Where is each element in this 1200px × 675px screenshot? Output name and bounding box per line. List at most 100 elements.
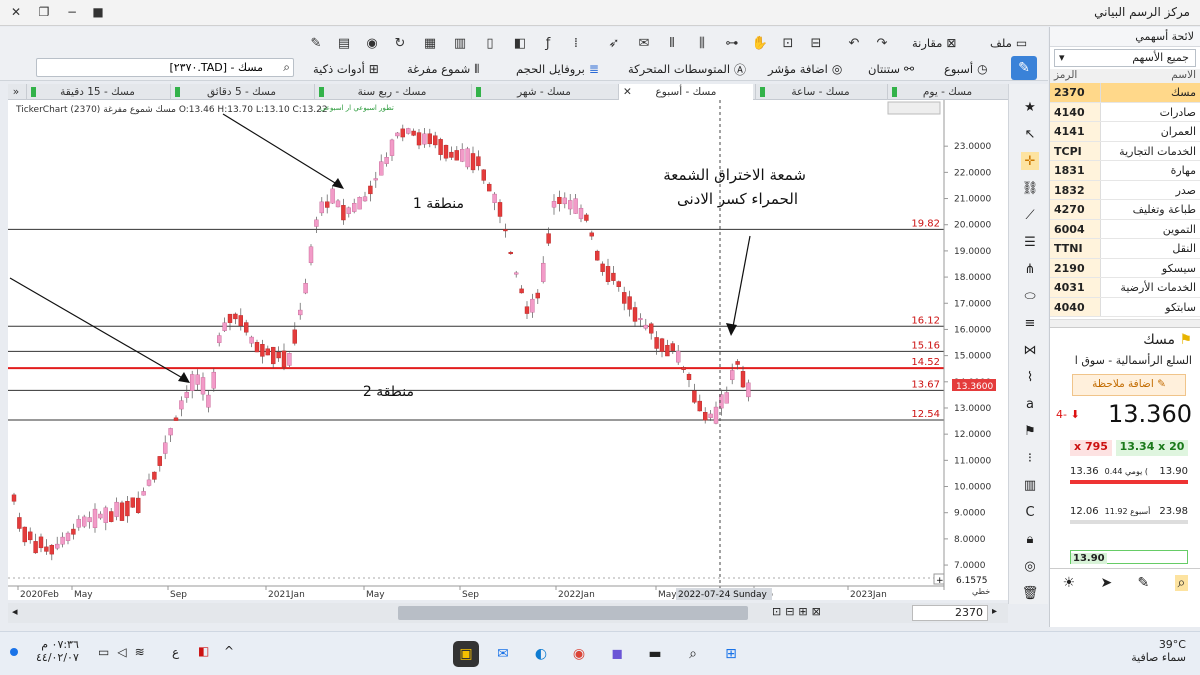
pattern-icon[interactable]: ⋈ bbox=[1021, 341, 1039, 359]
link-icon[interactable]: ⛓ bbox=[1021, 179, 1039, 197]
watchlist-row[interactable]: 1831 مهارة bbox=[1050, 161, 1200, 181]
tab-hour[interactable]: مسك - ساعة bbox=[755, 84, 885, 100]
watchlist-row[interactable]: 2190 سيسكو bbox=[1050, 258, 1200, 278]
watchlist-filter-select[interactable]: جميع الأسهم ▾ bbox=[1054, 49, 1196, 67]
stanton-button[interactable]: ستنتان ⚯ bbox=[868, 59, 914, 79]
indicators-icon[interactable]: ⁝ bbox=[1021, 449, 1039, 467]
trend-line-icon[interactable]: ⟋ bbox=[1021, 206, 1039, 224]
scroll-left-icon[interactable]: ◂ bbox=[12, 605, 32, 621]
smart-tools-button[interactable]: أدوات ذكية ⊞ bbox=[313, 59, 379, 79]
notification-dot[interactable] bbox=[10, 648, 18, 656]
text-icon[interactable]: a bbox=[1021, 395, 1039, 413]
chart-mini-controls[interactable] bbox=[887, 101, 941, 115]
brush-icon[interactable]: ⌇ bbox=[1021, 368, 1039, 386]
watchlist-scrollbar[interactable] bbox=[1050, 319, 1200, 327]
alert-icon[interactable]: ◧ bbox=[198, 644, 209, 658]
price-chart[interactable]: TickerChart (2370) مسك شموع مفرغة O:13.4… bbox=[8, 100, 1008, 600]
edit-icon[interactable]: ✎ bbox=[1138, 575, 1150, 591]
edge-app-icon[interactable]: ◐ bbox=[528, 641, 554, 667]
layers-icon[interactable]: ⁞ bbox=[568, 35, 584, 51]
mail-app-icon[interactable]: ✉ bbox=[490, 641, 516, 667]
star-icon[interactable]: ★ bbox=[1021, 98, 1039, 116]
fib-icon[interactable]: ≡ bbox=[1021, 314, 1039, 332]
tab-15min[interactable]: مسك - 15 دقيقة bbox=[26, 84, 168, 100]
watchlist-row[interactable]: 4140 صادرات bbox=[1050, 102, 1200, 122]
tab-5min[interactable]: مسك - 5 دقائق bbox=[170, 84, 312, 100]
tray-icons[interactable]: ▭◁≋ bbox=[98, 645, 153, 659]
watchlist-row[interactable]: 1832 صدر bbox=[1050, 180, 1200, 200]
draw-icon[interactable]: ➶ bbox=[606, 35, 622, 51]
pen-tool-icon[interactable]: ✎ bbox=[308, 35, 324, 51]
columns-icon[interactable]: ▯ bbox=[482, 35, 498, 51]
compare-button[interactable]: مقارنة ⊠ bbox=[912, 33, 956, 53]
watchlist-row[interactable]: 2370 مسك bbox=[1050, 83, 1200, 103]
scroll-right-icon[interactable]: ▸ bbox=[992, 606, 997, 617]
zoom-out-icon[interactable]: ⊟ bbox=[808, 35, 824, 51]
language-indicator[interactable]: ع bbox=[172, 645, 179, 659]
taskview-icon[interactable]: ▬ bbox=[642, 641, 668, 667]
chart-scroll-bar[interactable]: ◂ ⊡⊟⊞⊠ 2370 ▸ bbox=[8, 603, 1008, 623]
watchlist-row[interactable]: TTNI النقل bbox=[1050, 239, 1200, 259]
drawing-mode-button[interactable]: ✎ bbox=[1011, 56, 1037, 80]
close-window-icon[interactable]: ✕ bbox=[6, 3, 26, 21]
tickerchart-app-icon[interactable]: ▣ bbox=[453, 641, 479, 667]
minimize-window-icon[interactable]: − bbox=[62, 3, 82, 21]
template-icon[interactable]: ▤ bbox=[336, 35, 352, 51]
hline-icon[interactable]: ☰ bbox=[1021, 233, 1039, 251]
file-menu[interactable]: ملف ▭ bbox=[990, 33, 1027, 53]
candles-icon[interactable]: ⫴ bbox=[664, 35, 680, 51]
redo-icon[interactable]: ↷ bbox=[874, 35, 890, 51]
watchlist-row[interactable]: 4141 العمران bbox=[1050, 122, 1200, 142]
start-icon[interactable]: ⊞ bbox=[718, 641, 744, 667]
cursor-icon[interactable]: ↖ bbox=[1021, 125, 1039, 143]
tab-quarter[interactable]: مسك - ربع سنة bbox=[314, 84, 469, 100]
send-icon[interactable]: ➤ bbox=[1100, 575, 1112, 591]
hand-icon[interactable]: ✋ bbox=[752, 35, 768, 51]
camera-icon[interactable]: ◉ bbox=[364, 35, 380, 51]
lock-icon[interactable]: 🔒︎ bbox=[1021, 530, 1039, 548]
eye-icon[interactable]: ◎ bbox=[1021, 557, 1039, 575]
watchlist-row[interactable]: 4031 الخدمات الأرضية bbox=[1050, 278, 1200, 298]
watchlist-row[interactable]: 4270 طباعة وتغليف bbox=[1050, 200, 1200, 220]
clear-icon[interactable]: C bbox=[1021, 503, 1039, 521]
scroll-thumb[interactable] bbox=[398, 606, 748, 620]
zoom-box-icon[interactable]: ⊡ bbox=[780, 35, 796, 51]
refresh-icon[interactable]: ↻ bbox=[392, 35, 408, 51]
chat-app-icon[interactable]: ◼ bbox=[604, 641, 630, 667]
video-icon[interactable]: ■ bbox=[88, 3, 108, 21]
link-chart-icon[interactable]: ⊶ bbox=[724, 35, 740, 51]
watchlist-row[interactable]: 4040 سابتكو bbox=[1050, 297, 1200, 317]
symbol-box[interactable]: 2370 bbox=[912, 605, 988, 621]
add-indicator-button[interactable]: اضافة مؤشر ◎ bbox=[768, 59, 842, 79]
bars-icon[interactable]: ⫼ bbox=[694, 35, 710, 51]
tab-day[interactable]: مسك - يوم bbox=[887, 84, 1007, 100]
clock[interactable]: ٠٧:٣٦ م ٤٤/٠٢/٠٧ bbox=[36, 638, 79, 664]
crosshair-icon[interactable]: ✛ bbox=[1021, 152, 1039, 170]
scale-type-label[interactable]: خطي bbox=[972, 587, 990, 596]
maximize-window-icon[interactable]: ❐ bbox=[34, 3, 54, 21]
tab-close-icon[interactable]: ✕ bbox=[623, 86, 632, 98]
tab-week[interactable]: ✕ مسك - أسبوع bbox=[618, 84, 753, 100]
hollow-candles-button[interactable]: شموع مفرغة ⫴ bbox=[407, 59, 479, 79]
symbol-search-input[interactable] bbox=[37, 59, 267, 76]
bulb-icon[interactable]: ☀ bbox=[1063, 575, 1076, 591]
flag-icon[interactable]: ⚑ bbox=[1021, 422, 1039, 440]
search-taskbar-icon[interactable]: ⌕ bbox=[680, 641, 706, 667]
zoom-icon[interactable]: ⌕ bbox=[1174, 574, 1189, 591]
grid-icon[interactable]: ▥ bbox=[452, 35, 468, 51]
pitchfork-icon[interactable]: ⋔ bbox=[1021, 260, 1039, 278]
shape-icon[interactable]: ⬭ bbox=[1021, 287, 1039, 305]
table-icon[interactable]: ▦ bbox=[422, 35, 438, 51]
tab-month[interactable]: مسك - شهر bbox=[471, 84, 616, 100]
tabs-scroll-icon[interactable]: » bbox=[8, 84, 24, 100]
add-note-button[interactable]: اضافة ملاحظة ✎ bbox=[1072, 374, 1186, 396]
watchlist-row[interactable]: 6004 التموين bbox=[1050, 219, 1200, 239]
function-icon[interactable]: ƒ bbox=[540, 35, 556, 51]
measure-icon[interactable]: ▥ bbox=[1021, 476, 1039, 494]
period-week-button[interactable]: أسبوع ◷ bbox=[944, 59, 988, 79]
symbol-search[interactable]: ⌕ bbox=[36, 58, 294, 77]
undo-icon[interactable]: ↶ bbox=[846, 35, 862, 51]
zoom-buttons[interactable]: ⊡⊟⊞⊠ bbox=[772, 605, 862, 621]
weather-widget[interactable]: 39°C سماء صافية bbox=[1131, 638, 1186, 664]
chevron-up-icon[interactable]: ^ bbox=[224, 644, 234, 658]
